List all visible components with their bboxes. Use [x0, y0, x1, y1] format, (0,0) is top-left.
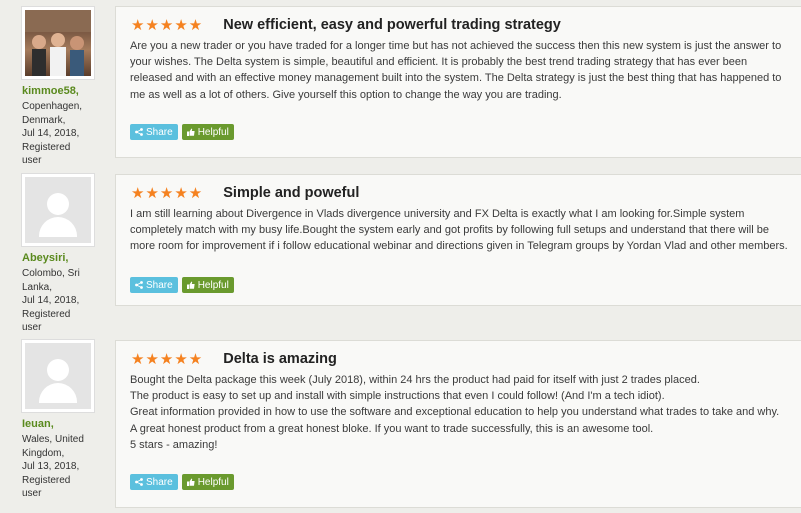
- reviewer-info: Ieuan, Wales, United Kingdom, Jul 13, 20…: [22, 340, 112, 501]
- avatar[interactable]: [22, 174, 94, 246]
- reviewer-status: Registered user: [22, 474, 71, 500]
- thumbs-up-icon: [186, 478, 195, 486]
- review-body: I am still learning about Divergence in …: [130, 206, 790, 255]
- review-actions: Share Helpful: [130, 474, 234, 490]
- review-paragraph: 5 stars - amazing!: [130, 438, 218, 451]
- thumbs-up-icon: [186, 281, 195, 289]
- helpful-label: Helpful: [197, 476, 229, 488]
- avatar[interactable]: [22, 7, 94, 79]
- default-avatar-body: [39, 217, 77, 237]
- helpful-button[interactable]: Helpful: [181, 277, 234, 293]
- share-icon: [135, 281, 143, 289]
- star-rating-icon: ★★★★★: [131, 351, 204, 368]
- reviewer-username[interactable]: kimmoe58,: [22, 85, 112, 97]
- helpful-label: Helpful: [197, 126, 229, 138]
- reviewer-info: Abeysiri, Colombo, Sri Lanka, Jul 14, 20…: [22, 174, 112, 335]
- share-label: Share: [146, 279, 173, 291]
- review-header: ★★★★★ Simple and poweful: [131, 184, 359, 202]
- reviewer-username[interactable]: Ieuan,: [22, 418, 112, 430]
- review-title: Delta is amazing: [223, 351, 337, 367]
- share-icon: [135, 128, 143, 136]
- review-paragraph: I am still learning about Divergence in …: [130, 208, 788, 253]
- review-date: Jul 14, 2018,: [22, 128, 80, 139]
- review-date: Jul 14, 2018,: [22, 295, 80, 306]
- share-button[interactable]: Share: [130, 277, 178, 293]
- reviewer-location-line: Colombo, Sri: [22, 268, 80, 279]
- reviewer-location-line: Lanka,: [22, 281, 53, 293]
- reviewer-location-line: Denmark,: [22, 114, 66, 126]
- reviewer-location-line: Copenhagen,: [22, 101, 83, 112]
- review-title: Simple and poweful: [223, 185, 360, 201]
- reviewer-username[interactable]: Abeysiri,: [22, 252, 112, 264]
- reviewer-location-line: Wales, United: [22, 434, 84, 445]
- reviewer-meta: Wales, United Kingdom, Jul 13, 2018, Reg…: [22, 433, 92, 501]
- reviewer-status: Registered user: [22, 308, 71, 334]
- reviewer-status: Registered user: [22, 141, 71, 167]
- helpful-button[interactable]: Helpful: [181, 124, 234, 140]
- thumbs-up-icon: [186, 128, 195, 136]
- review-header: ★★★★★ New efficient, easy and powerful t…: [131, 16, 561, 34]
- review-paragraph: A great honest product from a great hone…: [130, 422, 654, 435]
- review-date: Jul 13, 2018,: [22, 461, 80, 472]
- review-card: ★★★★★ Delta is amazing Bought the Delta …: [115, 340, 801, 508]
- avatar-photo-icon: [25, 10, 91, 76]
- star-rating-icon: ★★★★★: [131, 185, 204, 202]
- review-paragraph: Are you a new trader or you have traded …: [130, 40, 782, 101]
- review-actions: Share Helpful: [130, 124, 234, 140]
- share-button[interactable]: Share: [130, 124, 178, 140]
- reviewer-location-line: Kingdom,: [22, 447, 65, 459]
- review-body: Are you a new trader or you have traded …: [130, 38, 790, 103]
- reviewer-info: kimmoe58, Copenhagen, Denmark, Jul 14, 2…: [22, 7, 112, 168]
- star-rating-icon: ★★★★★: [131, 17, 204, 34]
- default-avatar-body: [39, 383, 77, 403]
- share-label: Share: [146, 476, 173, 488]
- avatar[interactable]: [22, 340, 94, 412]
- default-avatar-icon: [47, 359, 69, 381]
- review-paragraph: Bought the Delta package this week (July…: [130, 374, 700, 386]
- review-card: ★★★★★ Simple and poweful I am still lear…: [115, 174, 801, 306]
- review-header: ★★★★★ Delta is amazing: [131, 350, 337, 368]
- share-button[interactable]: Share: [130, 474, 178, 490]
- share-icon: [135, 478, 143, 486]
- review-paragraph: The product is easy to set up and instal…: [130, 390, 665, 403]
- share-label: Share: [146, 126, 173, 138]
- review-card: ★★★★★ New efficient, easy and powerful t…: [115, 6, 801, 158]
- reviewer-meta: Colombo, Sri Lanka, Jul 14, 2018, Regist…: [22, 267, 92, 335]
- review-paragraph: Great information provided in how to use…: [130, 406, 780, 419]
- review-body: Bought the Delta package this week (July…: [130, 372, 790, 453]
- reviewer-meta: Copenhagen, Denmark, Jul 14, 2018, Regis…: [22, 100, 92, 168]
- review-title: New efficient, easy and powerful trading…: [223, 17, 561, 33]
- helpful-label: Helpful: [197, 279, 229, 291]
- review-actions: Share Helpful: [130, 277, 234, 293]
- default-avatar-icon: [47, 193, 69, 215]
- helpful-button[interactable]: Helpful: [181, 474, 234, 490]
